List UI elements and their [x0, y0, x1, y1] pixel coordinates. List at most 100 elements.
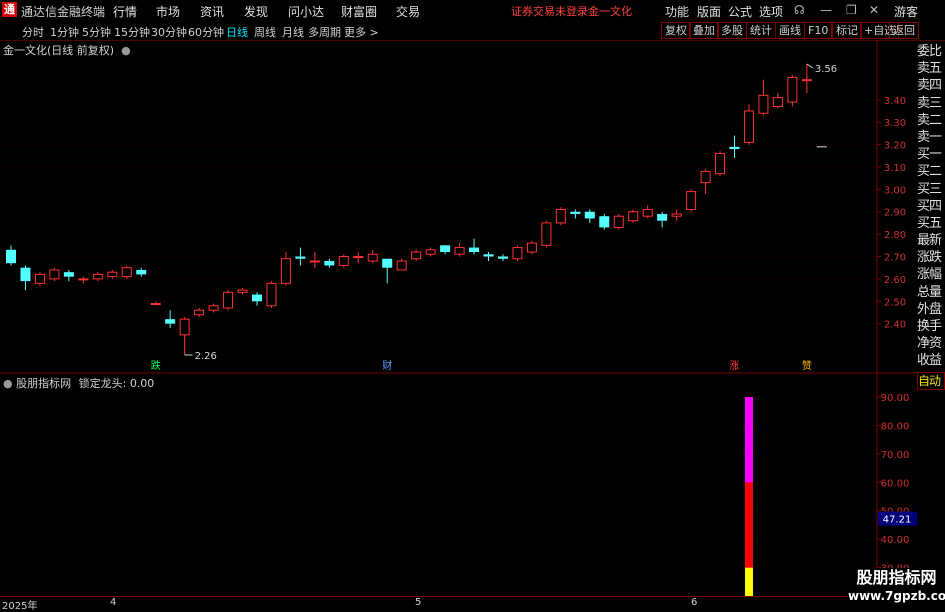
menu-discover[interactable]: 发现 [244, 3, 268, 20]
period-monthly[interactable]: 月线 [282, 24, 304, 40]
indicator-tick-label: 70.00 [881, 450, 910, 461]
draw-line-button[interactable]: 画线 [775, 22, 805, 39]
adjust-button[interactable]: 复权 [661, 22, 691, 39]
f10-button[interactable]: F10 [804, 22, 833, 39]
quote-side-panel: 委比 卖五 卖四 卖三 卖二 卖一 买一 买二 买三 买四 买五 最新 涨跌 涨… [917, 43, 945, 390]
price-tick-label: 2.50 [884, 297, 906, 308]
candle-body-up [801, 79, 812, 82]
panel-item-bid5: 买五 [917, 215, 942, 231]
period-5min[interactable]: 5分钟 [82, 24, 111, 40]
panel-item-commission-ratio: 委比 [917, 44, 942, 59]
candle-body-down [136, 269, 147, 275]
candle-body-up [194, 309, 205, 316]
candle-body-down [483, 254, 494, 257]
login-status[interactable]: 证券交易未登录 [511, 3, 588, 19]
candle-body-down [251, 294, 262, 302]
back-button[interactable]: 返回 [889, 22, 919, 39]
candle-body-up [280, 258, 291, 284]
candle-body-down [570, 211, 581, 214]
period-daily[interactable]: 日线 [226, 24, 248, 40]
restore-icon[interactable]: ❐ [846, 3, 857, 17]
menu-layout[interactable]: 版面 [697, 3, 721, 20]
auto-button[interactable]: 自动 [917, 371, 945, 390]
menu-bar: 通 通达信金融终端 行情 市场 资讯 发现 问小达 财富圈 交易 证券交易未登录… [0, 0, 945, 21]
candle-body-down [729, 146, 740, 150]
app-title: 通达信金融终端 [21, 5, 106, 19]
date-label-year: 2025年 [2, 601, 38, 612]
watermark: 股朋指标网 www.7gpzb.com [848, 568, 945, 609]
period-weekly[interactable]: 周线 [254, 24, 276, 40]
panel-item-ask5: 卖五 [917, 61, 942, 77]
menu-formula[interactable]: 公式 [728, 3, 752, 20]
candle-body-down [497, 256, 508, 259]
menu-options[interactable]: 选项 [759, 3, 783, 20]
headset-icon[interactable]: ☊ [794, 3, 805, 17]
candle-body-up [309, 260, 320, 263]
panel-item-bid2: 买二 [917, 164, 942, 180]
date-label-april: 4 [110, 597, 117, 608]
candle-body-up [425, 249, 436, 255]
candle-body-up [49, 269, 60, 280]
close-icon[interactable]: ✕ [869, 3, 879, 17]
date-axis: 2025年 4 5 6 [0, 596, 878, 612]
panel-item-change: 涨跌 [917, 250, 942, 266]
price-tick-label: 2.40 [884, 320, 906, 331]
candle-body-up [743, 110, 754, 143]
panel-item-change-pct: 涨幅 [917, 267, 942, 283]
bookmark-button[interactable]: 标记 [832, 22, 862, 39]
multi-stock-button[interactable]: 多股 [717, 22, 747, 39]
indicator-bar-segment [744, 397, 753, 483]
menu-news[interactable]: 资讯 [200, 3, 224, 20]
statistics-button[interactable]: 统计 [746, 22, 776, 39]
candle-body-up [628, 211, 639, 222]
indicator-panel [744, 397, 753, 596]
menu-function[interactable]: 功能 [665, 3, 689, 20]
panel-item-turnover: 换手 [917, 319, 942, 334]
price-tick-label: 3.40 [884, 96, 906, 107]
panel-item-bid1: 买一 [917, 147, 942, 163]
menu-quotes[interactable]: 行情 [113, 3, 137, 20]
period-1min[interactable]: 1分钟 [50, 24, 79, 40]
panel-item-bid4: 买四 [917, 198, 942, 214]
menu-ask-xiaoda[interactable]: 问小达 [288, 3, 324, 20]
price-tick-label: 3.20 [884, 141, 906, 152]
candle-body-up [686, 191, 697, 210]
kline-chart[interactable]: 3.56 2.26 跌 财 涨 赞 3.40 3.30 3.20 3.10 3.00 2.90 2.8… [0, 40, 917, 596]
low-label: 2.26 [195, 351, 217, 362]
candle-body-down [165, 319, 176, 324]
panel-item-earnings: 收益 [917, 353, 942, 369]
candle-body-up [367, 253, 378, 262]
menu-wealth-circle[interactable]: 财富圈 [341, 3, 377, 20]
period-more[interactable]: 更多 > [344, 24, 379, 40]
date-label-june: 6 [691, 597, 698, 608]
candle-body-down [382, 258, 393, 268]
current-stock-name: 金一文化 [588, 5, 632, 18]
candle-body-up [78, 278, 89, 281]
menu-market[interactable]: 市场 [156, 3, 180, 20]
high-label: 3.56 [815, 64, 837, 75]
panel-item-net-assets: 净资 [917, 336, 942, 352]
candle-body-up [787, 76, 798, 103]
indicator-bar-segment [744, 567, 753, 596]
candle-body-down [469, 247, 480, 253]
candle-body-up [150, 303, 161, 306]
period-multi[interactable]: 多周期 [308, 24, 341, 40]
candle-body-up [338, 256, 349, 266]
candle-body-up [179, 318, 190, 336]
menu-trade[interactable]: 交易 [396, 3, 420, 20]
event-mark: 赞 [802, 359, 812, 372]
minimize-icon[interactable]: — [820, 3, 832, 17]
period-15min[interactable]: 15分钟 [114, 24, 150, 40]
candle-body-up [555, 209, 566, 224]
panel-item-ask4: 卖四 [917, 78, 942, 94]
period-30min[interactable]: 30分钟 [151, 24, 187, 40]
event-mark: 跌 [151, 359, 161, 372]
indicator-tick-label: 40.00 [881, 535, 910, 546]
period-60min[interactable]: 60分钟 [188, 24, 224, 40]
guest-user[interactable]: 游客 [894, 3, 918, 20]
overlay-button[interactable]: 叠加 [689, 22, 719, 39]
candle-body-down [6, 249, 16, 264]
date-label-may: 5 [415, 597, 422, 608]
period-timeshare[interactable]: 分时 [22, 24, 44, 40]
price-tick-label: 3.30 [884, 118, 906, 129]
